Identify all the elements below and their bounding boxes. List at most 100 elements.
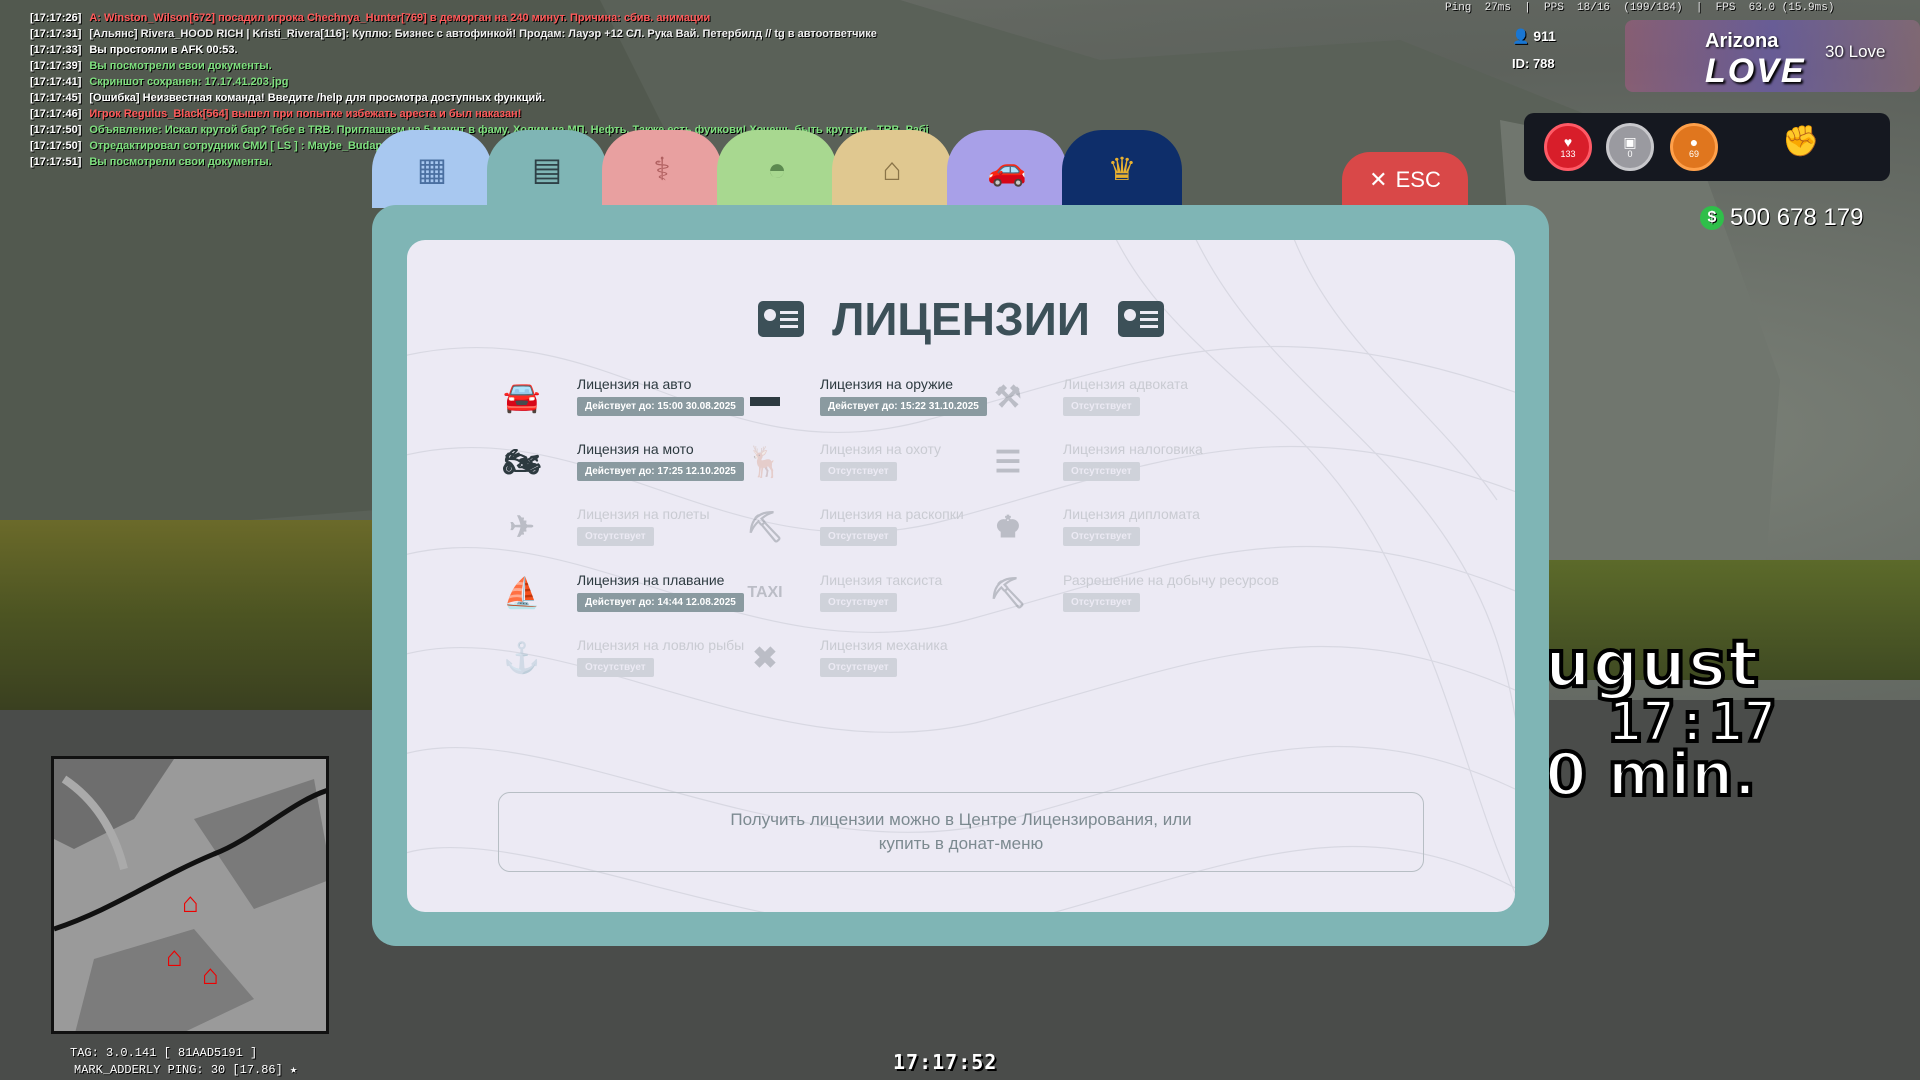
license-name: Лицензия на полеты bbox=[577, 506, 710, 522]
players-online: 👤 911 bbox=[1512, 28, 1556, 45]
house-marker-icon: ⌂ bbox=[182, 887, 199, 918]
notice-line: купить в донат-меню bbox=[878, 834, 1044, 853]
armor-icon: ▣ bbox=[1623, 134, 1637, 150]
server-name: Arizona bbox=[1705, 30, 1779, 52]
esc-close-button[interactable]: ✕ ESC bbox=[1342, 152, 1468, 208]
medical-icon: ⚕ bbox=[653, 151, 671, 187]
license-name: Лицензия на плавание bbox=[577, 572, 725, 588]
document-icon: ☰ bbox=[994, 445, 1022, 479]
chat-timestamp: [17:17:41] bbox=[30, 76, 82, 88]
tab-donate[interactable]: ♛ bbox=[1062, 130, 1182, 208]
title-text: ЛИЦЕНЗИИ bbox=[832, 293, 1090, 345]
license-status-badge: Действует до: 17:25 12.10.2025 bbox=[577, 462, 744, 481]
license-status-badge: Действует до: 15:00 30.08.2025 bbox=[577, 397, 744, 416]
chat-line: [17:17:45] [Ошибка] Неизвестная команда! … bbox=[30, 90, 929, 106]
license-status-badge: Отсутствует bbox=[1063, 593, 1140, 612]
money-value: 500 678 179 bbox=[1730, 204, 1864, 231]
tab-property[interactable]: ⌂ bbox=[832, 130, 952, 208]
notice-line: Получить лицензии можно в Центре Лицензи… bbox=[730, 810, 1192, 829]
tab-military[interactable]: ◓ bbox=[717, 130, 837, 208]
house-icon: ⌂ bbox=[882, 150, 902, 187]
license-status-badge: Отсутствует bbox=[1063, 527, 1140, 546]
license-status-badge: Отсутствует bbox=[1063, 397, 1140, 416]
close-icon: ✕ bbox=[1369, 167, 1388, 192]
network-stats: Ping 27ms | PPS 18/16 (199/184) | FPS 63… bbox=[1445, 2, 1835, 14]
wrench-icon: ✖ bbox=[752, 641, 778, 675]
licenses-notice: Получить лицензии можно в Центре Лицензи… bbox=[498, 792, 1424, 872]
license-name: Лицензия дипломата bbox=[1063, 506, 1200, 522]
license-status-badge: Отсутствует bbox=[1063, 462, 1140, 481]
diplomat-icon: ♚ bbox=[994, 510, 1022, 544]
pistol-icon: ▬ bbox=[750, 380, 780, 413]
id-card-icon bbox=[1117, 301, 1164, 337]
license-name: Лицензия на ловлю рыбы bbox=[577, 637, 745, 653]
chat-timestamp: [17:17:31] bbox=[30, 28, 82, 40]
license-status-badge: Отсутствует bbox=[820, 527, 897, 546]
license-item: ⚒ Лицензия адвоката Отсутствует bbox=[983, 370, 1273, 430]
chat-message: [Альянс] Rivera_HOOD RICH | Kristi_River… bbox=[89, 28, 877, 40]
minimap: ⌂ ⌂ ⌂ bbox=[51, 756, 329, 1034]
chat-timestamp: [17:17:33] bbox=[30, 44, 82, 56]
money-display: $ 500 678 179 bbox=[1700, 204, 1863, 232]
health-value: 133 bbox=[1560, 149, 1576, 159]
chat-timestamp: [17:17:50] bbox=[30, 124, 82, 136]
server-logo-text: LOVE bbox=[1705, 52, 1806, 90]
page-title: ЛИЦЕНЗИИ bbox=[407, 292, 1515, 346]
esc-label: ESC bbox=[1395, 167, 1441, 192]
hedge bbox=[0, 520, 400, 710]
gavel-icon: ⚒ bbox=[994, 380, 1022, 414]
tab-licenses[interactable]: ▤ bbox=[487, 130, 607, 208]
license-name: Лицензия таксиста bbox=[820, 572, 943, 588]
chat-line: [17:17:31] [Альянс] Rivera_HOOD RICH | Kr… bbox=[30, 26, 929, 42]
chat-timestamp: [17:17:51] bbox=[30, 156, 82, 168]
licenses-panel: ЛИЦЕНЗИИ 🚘 Лицензия на авто Действует до: … bbox=[407, 240, 1515, 912]
license-name: Лицензия на мото bbox=[577, 441, 694, 457]
chat-message: Вы простояли в AFK 00:53. bbox=[89, 44, 238, 56]
heart-icon: ♥ bbox=[1563, 134, 1573, 150]
crown-icon: ♛ bbox=[1107, 151, 1137, 187]
boat-icon: ⛵ bbox=[503, 576, 541, 610]
pickaxe-icon: ⛏ bbox=[988, 576, 1028, 610]
license-item: ♚ Лицензия дипломата Отсутствует bbox=[983, 500, 1273, 560]
user-icon: 👤 bbox=[1512, 28, 1530, 44]
license-item: ⛏ Разрешение на добычу ресурсов Отсутствуе… bbox=[983, 566, 1279, 626]
chat-timestamp: [17:17:50] bbox=[30, 140, 82, 152]
chat-line: [17:17:41] Скриншот сохранен: 17.17.41.20… bbox=[30, 74, 929, 90]
license-status-badge: Отсутствует bbox=[820, 462, 897, 481]
chat-line: [17:17:33] Вы простояли в AFK 00:53. bbox=[30, 42, 929, 58]
house-marker-icon: ⌂ bbox=[166, 941, 183, 972]
tab-vehicles[interactable]: 🚗 bbox=[947, 130, 1067, 208]
license-name: Лицензия на раскопки bbox=[820, 506, 964, 522]
motorcycle-icon: 🏍 bbox=[502, 445, 542, 479]
armor-indicator: ▣ 0 bbox=[1606, 123, 1654, 171]
chat-message: Отредактировал сотрудник СМИ [ LS ] : Ma… bbox=[89, 140, 399, 152]
chat-message: A: Winston_Wilson[672] посадил игрока Ch… bbox=[89, 12, 711, 24]
license-name: Лицензия адвоката bbox=[1063, 376, 1189, 392]
license-name: Лицензия на оружие bbox=[820, 376, 954, 392]
license-name: Лицензия механика bbox=[820, 637, 948, 653]
tab-medical[interactable]: ⚕ bbox=[602, 130, 722, 208]
dollar-icon: $ bbox=[1700, 206, 1724, 230]
chat-message: Скриншот сохранен: 17.17.41.203.jpg bbox=[89, 76, 289, 88]
license-status-badge: Действует до: 15:22 31.10.2025 bbox=[820, 397, 987, 416]
player-id: ID: 788 bbox=[1512, 56, 1555, 71]
fish-hook-icon: ⚓ bbox=[503, 641, 541, 675]
taxi-icon: TAXI bbox=[747, 584, 783, 601]
health-indicator: ♥ 133 bbox=[1544, 123, 1592, 171]
chat-timestamp: [17:17:46] bbox=[30, 108, 82, 120]
tab-passport[interactable]: ▦ bbox=[372, 130, 492, 208]
food-icon: ● bbox=[1689, 134, 1699, 150]
plane-icon: ✈ bbox=[509, 510, 535, 544]
players-online-count: 911 bbox=[1533, 28, 1556, 44]
license-status-badge: Отсутствует bbox=[577, 658, 654, 677]
chat-message: Вы посмотрели свои документы. bbox=[89, 60, 272, 72]
license-name: Лицензия на охоту bbox=[820, 441, 942, 457]
chat-timestamp: [17:17:45] bbox=[30, 92, 82, 104]
deer-icon: 🦌 bbox=[746, 445, 784, 479]
shovel-icon: ⛏ bbox=[745, 510, 785, 544]
license-status-badge: Действует до: 14:44 12.08.2025 bbox=[577, 593, 744, 612]
chat-timestamp: [17:17:26] bbox=[30, 12, 82, 24]
license-name: Разрешение на добычу ресурсов bbox=[1063, 572, 1279, 588]
chat-message: Игрок Regulus_Black[564] вышел при попыт… bbox=[89, 108, 522, 120]
helmet-icon: ◓ bbox=[767, 150, 787, 187]
